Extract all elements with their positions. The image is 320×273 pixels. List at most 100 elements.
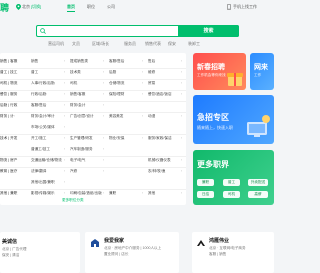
- category-link[interactable]: 保险/理财: [109, 92, 124, 97]
- hot-word[interactable]: 营运司机: [48, 41, 64, 46]
- chevron-right-icon: ›: [181, 169, 183, 173]
- promo-banner-online[interactable]: 网来 工作: [250, 53, 274, 90]
- hot-word[interactable]: 装卸工: [188, 41, 200, 46]
- category-link[interactable]: 服务/家政/保洁: [148, 136, 172, 141]
- quick-tag[interactable]: 高薪: [248, 191, 268, 198]
- chevron-right-icon: ›: [142, 114, 144, 118]
- promo-title: 网来: [254, 64, 268, 71]
- chevron-right-icon: ›: [14, 59, 16, 63]
- chevron-right-icon: ›: [103, 114, 105, 118]
- chevron-right-icon: ›: [103, 59, 105, 63]
- quick-tag[interactable]: 外卖配送: [248, 179, 268, 186]
- more-categories-link[interactable]: 更多职位分类: [62, 198, 84, 203]
- category-link[interactable]: 兼职: [109, 191, 116, 196]
- category-link[interactable]: 后厨: [109, 70, 116, 75]
- category-link[interactable]: 动漫: [148, 114, 155, 119]
- chevron-right-icon: ›: [142, 136, 144, 140]
- category-link[interactable]: 广告/创意/设计: [70, 114, 94, 119]
- company-card[interactable]: 我爱我家 北京 · 房地产中介服务 | 1000人以上 置业顾问 | 店长: [85, 232, 179, 273]
- promo-banner-urgent[interactable]: 急招专区 随来随上，快速入职: [193, 95, 274, 144]
- chevron-right-icon: ›: [103, 136, 105, 140]
- category-link[interactable]: 市场/公关/媒体: [31, 125, 55, 130]
- company-card[interactable]: 美诚信 北京 | 广告代理 保安 | 清洁: [0, 232, 80, 273]
- company-meta: 北京 · 房地产中介服务 | 1000人以上: [104, 246, 162, 250]
- category-link[interactable]: 农/林/牧/渔: [148, 169, 165, 174]
- category-link[interactable]: 影视/传媒/娱乐: [31, 191, 55, 196]
- chevron-right-icon: ›: [181, 114, 183, 118]
- category-link[interactable]: 其他/出国/兼职: [31, 180, 55, 185]
- chevron-right-icon: ›: [14, 158, 16, 162]
- category-link[interactable]: 人事/行政/后勤: [31, 81, 55, 86]
- hot-word[interactable]: 保安: [168, 41, 176, 46]
- hot-word[interactable]: 服务员: [124, 41, 136, 46]
- mobile-app-link[interactable]: 手机上找工作: [233, 4, 257, 10]
- category-link[interactable]: 普通工/技工: [31, 147, 50, 152]
- hot-word[interactable]: 区域/场长: [92, 41, 109, 46]
- category-link[interactable]: 开工/施工: [31, 136, 46, 141]
- row-divider: [0, 156, 186, 157]
- promo-banner-hiring[interactable]: 新春招聘 工作机会等你来找: [193, 53, 246, 90]
- switch-city-link[interactable]: [切换]: [31, 4, 41, 10]
- nav-home[interactable]: 首页: [67, 4, 75, 10]
- category-link[interactable]: 销售: [31, 59, 38, 64]
- chevron-right-icon: ›: [14, 81, 16, 85]
- category-link[interactable]: 客服/售后: [31, 103, 46, 108]
- search-input[interactable]: [46, 26, 176, 36]
- chevron-right-icon: ›: [64, 114, 66, 118]
- chevron-right-icon: ›: [14, 136, 16, 140]
- chevron-right-icon: ›: [14, 191, 16, 195]
- category-link[interactable]: 财务/会计: [70, 103, 85, 108]
- hot-word[interactable]: 销售代表: [145, 41, 161, 46]
- chevron-right-icon: ›: [103, 81, 105, 85]
- category-row-title[interactable]: 财务 | 计: [0, 114, 14, 119]
- category-link[interactable]: 普工: [31, 70, 38, 75]
- row-divider: [0, 112, 186, 113]
- office-illustration-icon: [247, 115, 270, 137]
- category-link[interactable]: 财务/会计/审计: [31, 114, 55, 119]
- category-link[interactable]: 客服/售后: [109, 59, 124, 64]
- chevron-right-icon: ›: [64, 81, 66, 85]
- nav-jobs[interactable]: 职位: [87, 4, 95, 10]
- category-link[interactable]: 电子/电气: [70, 158, 85, 163]
- category-link[interactable]: 印刷/包装/造纸/出版: [70, 191, 102, 196]
- chevron-right-icon: ›: [64, 191, 66, 195]
- category-link[interactable]: 提成销售类: [70, 59, 88, 64]
- chevron-right-icon: ›: [64, 92, 66, 96]
- category-link[interactable]: 其他: [148, 191, 155, 196]
- quick-tag[interactable]: 日结: [197, 191, 214, 198]
- category-link[interactable]: 法律/翻译: [31, 169, 46, 174]
- hot-word[interactable]: 文员: [72, 41, 80, 46]
- category-link[interactable]: 机械/仪器仪表: [148, 158, 171, 163]
- category-link[interactable]: 汽车制造/服务: [70, 147, 93, 152]
- nav-companies[interactable]: 公司: [107, 4, 115, 10]
- category-link[interactable]: 维修: [148, 70, 155, 75]
- category-link[interactable]: 行政/后勤: [31, 92, 46, 97]
- quick-tag[interactable]: 兼职: [197, 179, 214, 186]
- category-link[interactable]: 司机: [70, 81, 77, 86]
- category-link[interactable]: 交通运输/仓储/物流: [31, 158, 62, 163]
- chevron-right-icon: ›: [64, 180, 66, 184]
- category-link[interactable]: 美容美发: [109, 114, 123, 119]
- search-button[interactable]: 搜索: [178, 25, 239, 37]
- category-link[interactable]: 贸易: [148, 81, 155, 86]
- category-link[interactable]: 仓储/物流: [109, 81, 124, 86]
- category-link[interactable]: 餐饮/酒店/饭店: [148, 92, 172, 97]
- promo-banner-more[interactable]: 更多职界 兼职 普工 外卖配送 日结 司机 高薪: [193, 150, 274, 205]
- chevron-right-icon: ›: [181, 191, 183, 195]
- category-link[interactable]: 物业/安保: [109, 136, 124, 141]
- company-card[interactable]: 鸿雁伟业 北京 · 互联网/电子商务 客服 | 销售: [192, 232, 274, 273]
- category-link[interactable]: 生产管理/研发: [70, 136, 93, 141]
- quick-tag[interactable]: 普工: [223, 179, 240, 186]
- row-divider: [0, 101, 186, 102]
- chevron-right-icon: ›: [14, 114, 16, 118]
- chevron-right-icon: ›: [64, 147, 66, 151]
- category-link[interactable]: 技术类: [70, 70, 81, 75]
- category-link[interactable]: 销售/客服: [70, 92, 85, 97]
- chevron-right-icon: ›: [103, 158, 105, 162]
- phone-icon: [227, 4, 231, 10]
- category-link[interactable]: 汽修: [70, 169, 77, 174]
- company-tags: 置业顾问 | 店长: [104, 252, 129, 256]
- site-logo[interactable]: 聘: [0, 2, 10, 14]
- category-link[interactable]: 售后: [148, 59, 155, 64]
- quick-tag[interactable]: 司机: [223, 191, 240, 198]
